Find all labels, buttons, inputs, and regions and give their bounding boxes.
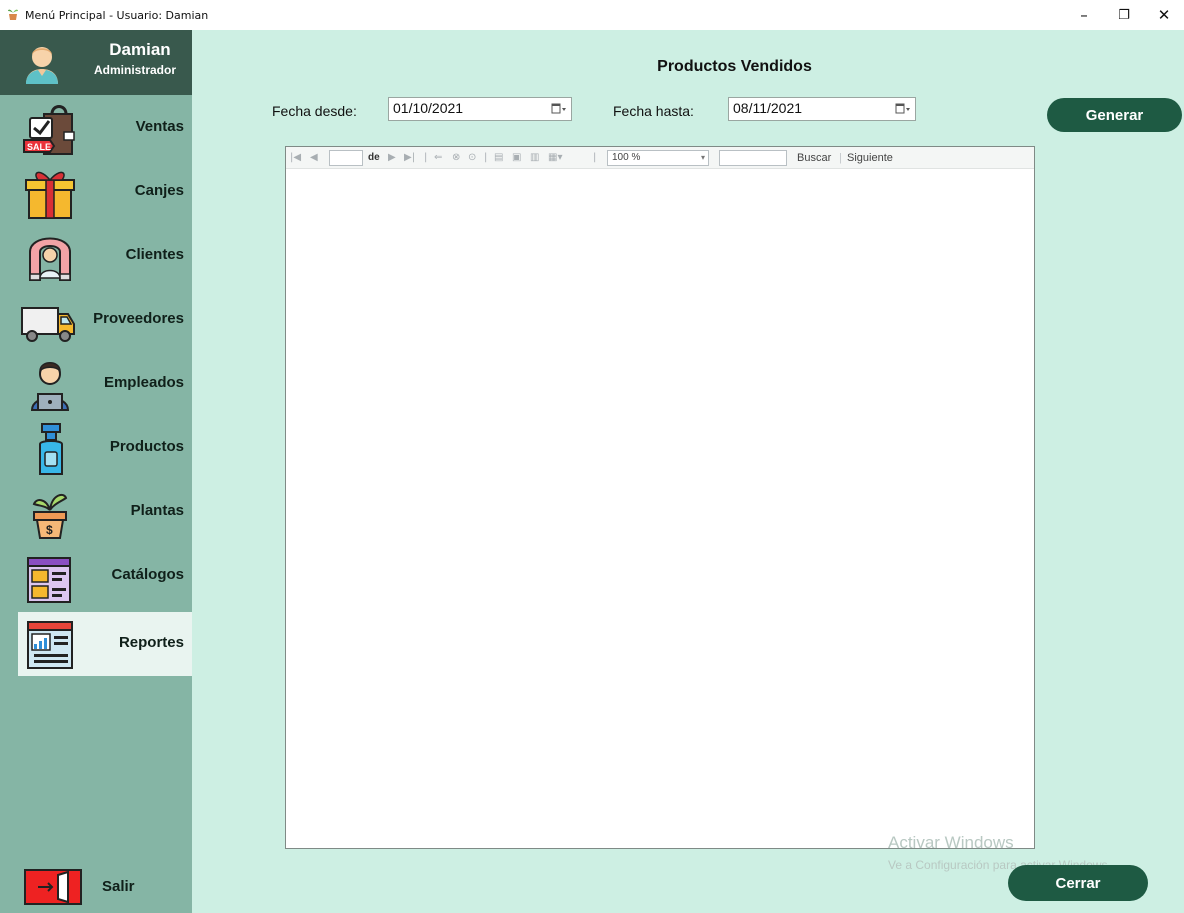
sidebar-item-clientes[interactable]: Clientes: [18, 224, 192, 288]
sidebar-item-label: Productos: [109, 438, 184, 455]
next-page-icon[interactable]: ▶: [388, 152, 396, 163]
activation-watermark-title: Activar Windows: [888, 833, 1014, 852]
zoom-value: 100 %: [612, 152, 641, 163]
sale-bag-icon: SALE: [23, 105, 75, 155]
svg-text:SALE: SALE: [27, 142, 51, 152]
exit-button[interactable]: Salir: [22, 869, 192, 905]
sidebar-item-label: Ventas: [135, 118, 184, 135]
customer-magnet-icon: [29, 237, 71, 281]
sidebar-item-productos[interactable]: Productos: [18, 416, 192, 480]
plant-pot-icon: $: [32, 493, 68, 539]
user-role: Administrador: [93, 63, 176, 77]
truck-icon: [21, 307, 75, 342]
back-icon[interactable]: ⇐: [434, 152, 442, 163]
to-date-label: Fecha hasta:: [613, 103, 694, 119]
sidebar-item-plantas[interactable]: $ Plantas: [18, 480, 192, 544]
title-bar: Menú Principal - Usuario: Damian – ❐ ✕: [0, 0, 1184, 30]
print-layout-icon[interactable]: ▣: [512, 152, 521, 163]
sidebar: Damian Administrador SALE Ventas Canjes …: [0, 30, 192, 913]
last-page-icon[interactable]: ▶|: [404, 152, 415, 163]
print-icon[interactable]: ▤: [494, 152, 503, 163]
user-name: Damian: [109, 40, 171, 59]
toolbar-separator-icon: |: [593, 152, 597, 163]
from-date-value: 01/10/2021: [393, 100, 464, 116]
sidebar-item-label: Clientes: [125, 246, 184, 263]
sidebar-item-canjes[interactable]: Canjes: [18, 160, 192, 224]
user-avatar-icon: [26, 47, 58, 84]
stop-icon[interactable]: ⊗: [452, 152, 460, 163]
report-toolbar: |◀ ◀ de ▶ ▶| | ⇐ ⊗ ⊙ | ▤ ▣ ▥ ▦▾ | 100 % …: [286, 147, 1034, 169]
calendar-dropdown-icon[interactable]: [895, 102, 911, 116]
sidebar-item-catalogos[interactable]: Catálogos: [18, 544, 192, 608]
toolbar-separator-icon: |: [424, 152, 428, 163]
to-date-value: 08/11/2021: [733, 100, 803, 116]
sidebar-item-reportes[interactable]: Reportes: [18, 612, 192, 676]
current-page-input[interactable]: [329, 150, 363, 166]
page-of-label: de: [368, 152, 380, 163]
refresh-icon[interactable]: ⊙: [468, 152, 476, 163]
spray-bottle-icon: [39, 423, 63, 475]
user-panel: Damian Administrador: [0, 30, 192, 95]
sidebar-item-label: Proveedores: [93, 310, 184, 327]
sidebar-item-ventas[interactable]: SALE Ventas: [18, 96, 192, 160]
find-separator: |: [839, 152, 842, 164]
sidebar-item-label: Canjes: [134, 182, 184, 199]
previous-page-icon[interactable]: ◀: [310, 152, 318, 163]
to-date-picker[interactable]: 08/11/2021: [728, 97, 916, 121]
page-setup-icon[interactable]: ▥: [530, 152, 539, 163]
svg-text:$: $: [46, 523, 53, 537]
plant-pot-icon: [8, 9, 18, 20]
catalog-icon: [27, 557, 71, 603]
app-window: Menú Principal - Usuario: Damian – ❐ ✕ D…: [0, 0, 1184, 913]
employee-laptop-icon: [30, 362, 70, 411]
sidebar-item-label: Empleados: [103, 374, 184, 391]
close-window-button[interactable]: ✕: [1144, 2, 1184, 28]
chevron-down-icon: ▾: [700, 153, 705, 162]
window-title: Menú Principal - Usuario: Damian: [25, 9, 209, 22]
calendar-dropdown-icon[interactable]: [551, 102, 567, 116]
find-next-link[interactable]: Siguiente: [847, 152, 893, 164]
maximize-button[interactable]: ❐: [1104, 2, 1144, 28]
report-chart-icon: [27, 621, 73, 669]
sidebar-item-label: Catálogos: [111, 566, 184, 583]
from-date-picker[interactable]: 01/10/2021: [388, 97, 572, 121]
exit-label: Salir: [102, 878, 135, 895]
sidebar-item-proveedores[interactable]: Proveedores: [18, 288, 192, 352]
exit-door-icon: [24, 869, 82, 905]
minimize-button[interactable]: –: [1064, 2, 1104, 28]
sidebar-item-label: Plantas: [130, 502, 184, 519]
first-page-icon[interactable]: |◀: [290, 152, 301, 163]
sidebar-item-empleados[interactable]: Empleados: [18, 352, 192, 416]
generate-button[interactable]: Generar: [1047, 98, 1182, 132]
main-panel: Productos Vendidos Fecha desde: 01/10/20…: [192, 30, 1184, 913]
export-icon[interactable]: ▦▾: [548, 152, 562, 163]
close-button[interactable]: Cerrar: [1008, 865, 1148, 901]
report-viewer: |◀ ◀ de ▶ ▶| | ⇐ ⊗ ⊙ | ▤ ▣ ▥ ▦▾ | 100 % …: [285, 146, 1035, 849]
find-text-input[interactable]: [719, 150, 787, 166]
page-title: Productos Vendidos: [657, 58, 812, 75]
gift-icon: [25, 171, 75, 219]
from-date-label: Fecha desde:: [272, 103, 357, 119]
find-link[interactable]: Buscar: [797, 152, 831, 164]
toolbar-separator-icon: |: [484, 152, 488, 163]
zoom-select[interactable]: 100 % ▾: [607, 150, 709, 166]
sidebar-item-label: Reportes: [118, 634, 184, 651]
